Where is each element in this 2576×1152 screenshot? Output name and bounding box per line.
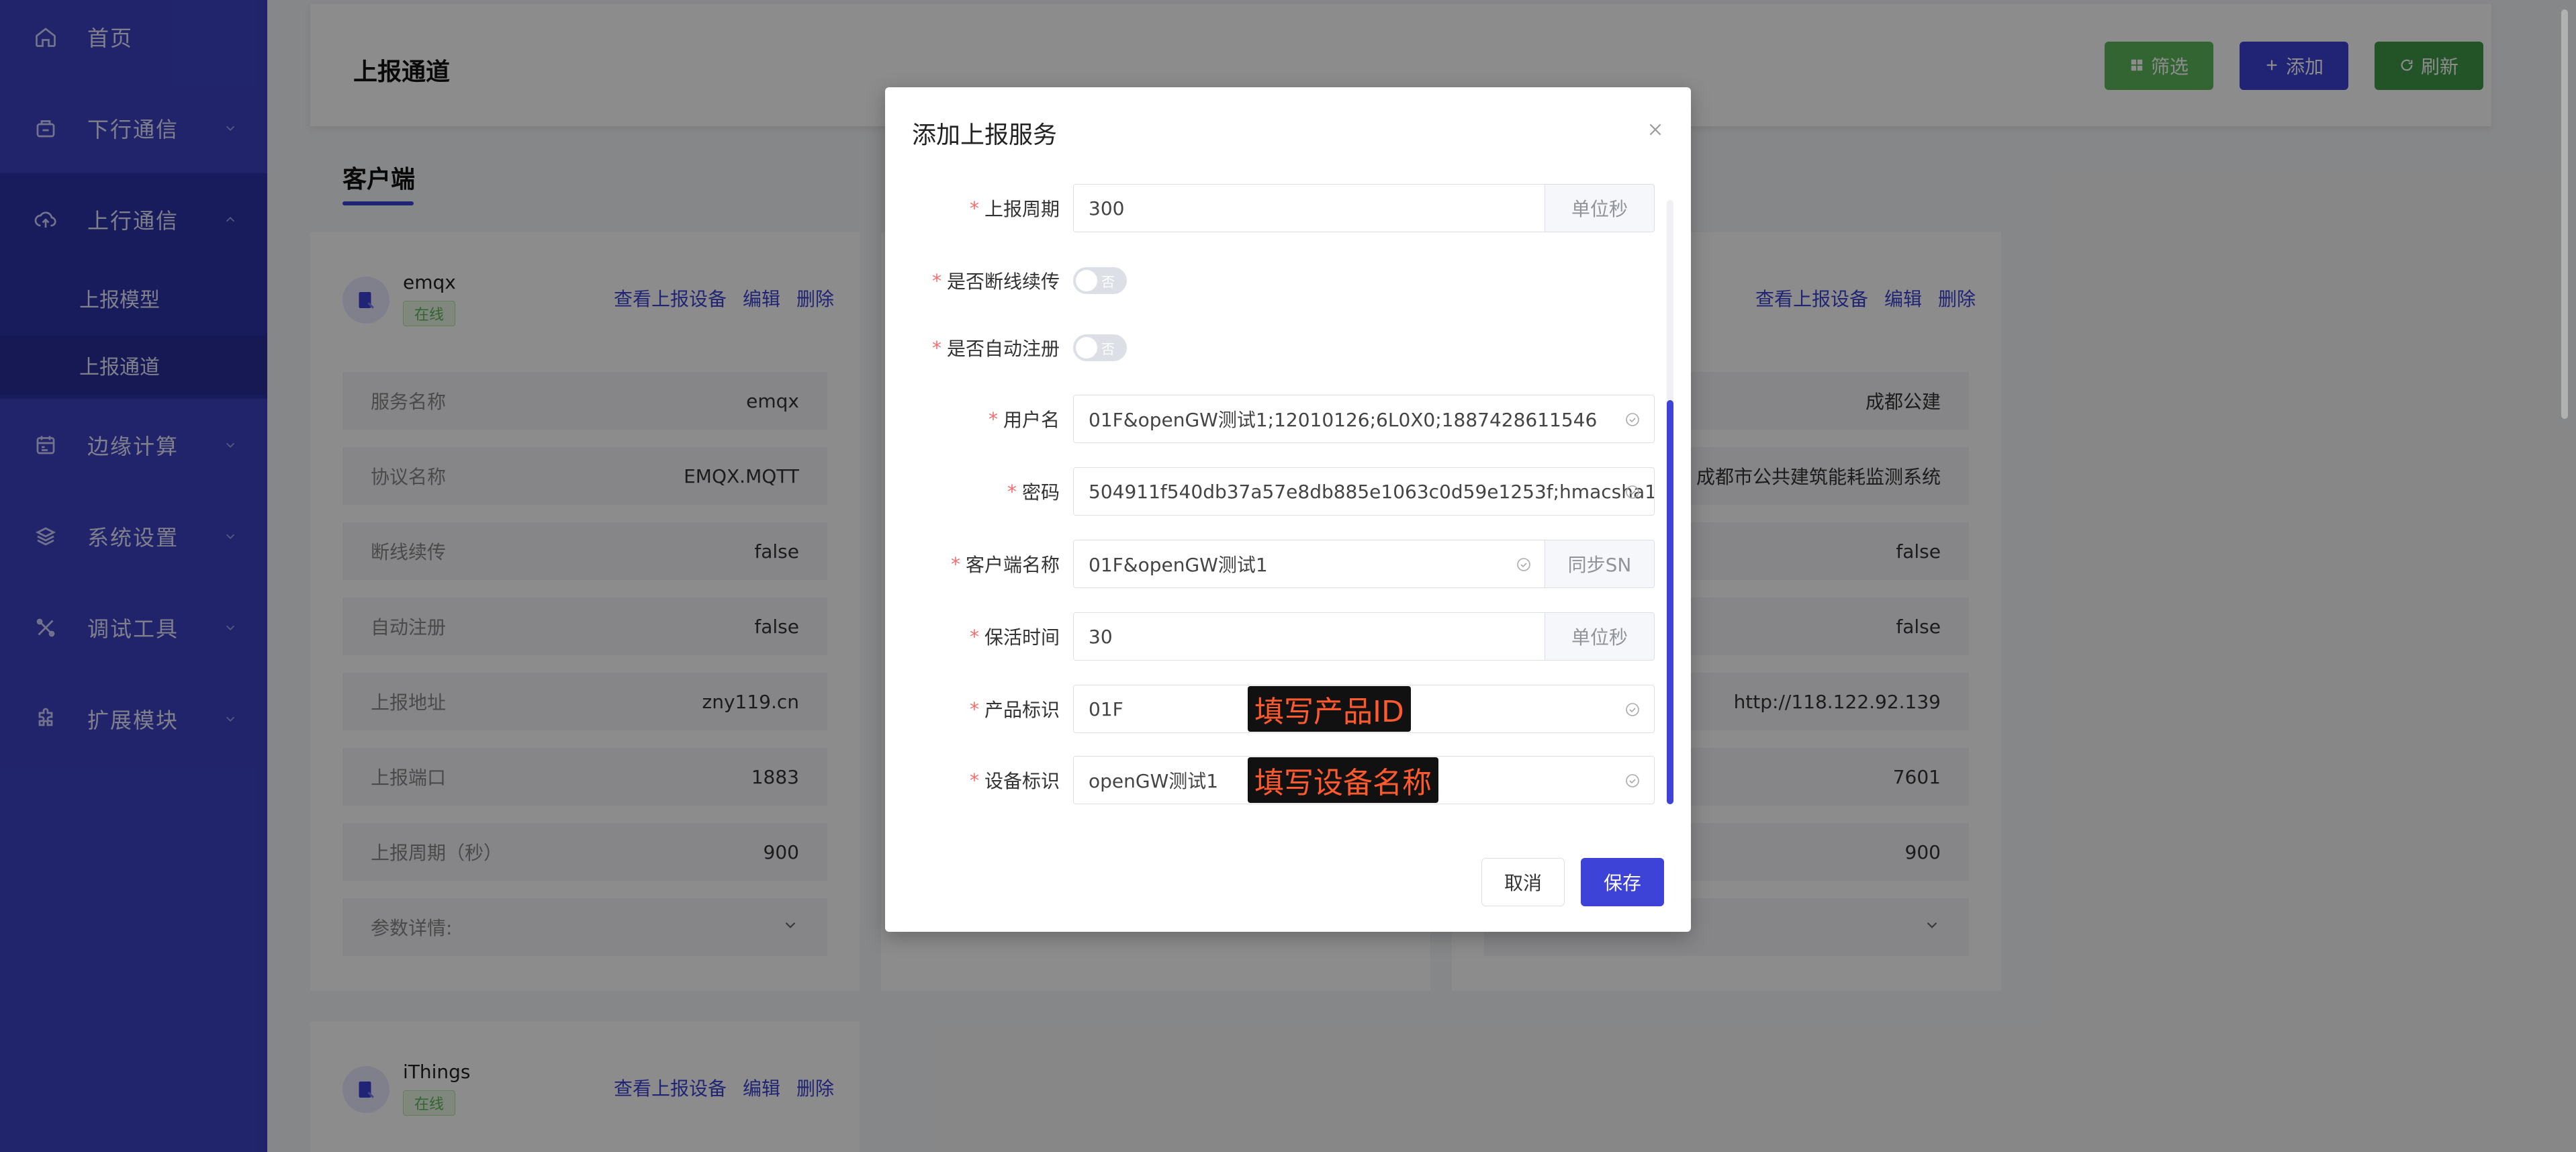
period-unit: 单位秒 (1545, 184, 1655, 232)
toggle-knob (1076, 337, 1097, 358)
toggle-knob (1076, 270, 1097, 291)
required-mark: * (1007, 480, 1017, 503)
check-circle-icon (1623, 771, 1642, 790)
period-input[interactable]: 300 (1073, 184, 1546, 232)
toggle-text: 否 (1101, 274, 1115, 290)
required-mark: * (969, 698, 979, 720)
product-id-value: 01F (1089, 698, 1123, 720)
required-mark: * (931, 336, 941, 359)
resume-toggle[interactable]: 否 (1073, 267, 1127, 294)
form-row-keepalive: * 保活时间 30 单位秒 (885, 612, 1691, 661)
field-label: * 保活时间 (969, 625, 1060, 649)
cancel-button[interactable]: 取消 (1481, 858, 1565, 906)
check-circle-icon (1623, 483, 1642, 501)
password-value: 504911f540db37a57e8db885e1063c0d59e1253f… (1089, 480, 1655, 503)
field-label: * 用户名 (988, 407, 1060, 432)
form-row-autoreg: * 是否自动注册 否 (885, 324, 1691, 372)
password-input[interactable]: 504911f540db37a57e8db885e1063c0d59e1253f… (1073, 467, 1655, 516)
client-name-value: 01F&openGW测试1 (1089, 554, 1268, 576)
sync-sn-button[interactable]: 同步SN (1545, 540, 1655, 588)
required-mark: * (969, 625, 979, 648)
save-button[interactable]: 保存 (1581, 858, 1664, 906)
field-label: * 密码 (1007, 480, 1060, 504)
check-circle-icon (1623, 410, 1642, 429)
toggle-text: 否 (1101, 341, 1115, 357)
check-circle-icon (1514, 555, 1533, 574)
client-name-input[interactable]: 01F&openGW测试1 (1073, 540, 1546, 588)
dialog-form: * 上报周期 300 单位秒 * 是否断线续传 否 * 是否自动注册 否 * 用户名 0… (885, 184, 1691, 893)
form-row-client-name: * 客户端名称 01F&openGW测试1 同步SN (885, 540, 1691, 588)
annotation-device-name: 填写设备名称 (1248, 757, 1438, 803)
form-row-username: * 用户名 01F&openGW测试1;12010126;6L0X0;188742… (885, 395, 1691, 443)
required-mark: * (931, 269, 941, 292)
check-circle-icon (1623, 700, 1642, 719)
dialog-title: 添加上报服务 (912, 122, 1058, 149)
form-row-product-id: * 产品标识 01F 填写产品ID (885, 685, 1691, 733)
field-label: * 是否断线续传 (931, 269, 1060, 293)
username-input[interactable]: 01F&openGW测试1;12010126;6L0X0;18874286115… (1073, 395, 1655, 443)
device-id-value: openGW测试1 (1089, 770, 1219, 792)
form-row-password: * 密码 504911f540db37a57e8db885e1063c0d59e1… (885, 467, 1691, 516)
keepalive-unit: 单位秒 (1545, 612, 1655, 661)
page-scrollbar[interactable] (2561, 9, 2568, 419)
form-row-period: * 上报周期 300 单位秒 (885, 184, 1691, 232)
required-mark: * (969, 197, 979, 220)
field-label: * 是否自动注册 (931, 336, 1060, 361)
field-label: * 客户端名称 (950, 553, 1060, 577)
username-value: 01F&openGW测试1;12010126;6L0X0;18874286115… (1089, 409, 1598, 431)
field-label: * 设备标识 (969, 769, 1060, 793)
required-mark: * (969, 769, 979, 791)
add-report-service-dialog: 添加上报服务 * 上报周期 300 单位秒 * 是否断线续传 否 * 是否自动注册 否 (885, 87, 1691, 932)
field-label: * 产品标识 (969, 698, 1060, 722)
autoreg-toggle[interactable]: 否 (1073, 334, 1127, 361)
dialog-scrollbar-thumb[interactable] (1667, 400, 1673, 804)
annotation-product-id: 填写产品ID (1248, 686, 1411, 732)
close-icon[interactable] (1644, 118, 1667, 141)
keepalive-input[interactable]: 30 (1073, 612, 1546, 661)
field-label: * 上报周期 (969, 197, 1060, 221)
form-row-device-id: * 设备标识 openGW测试1 填写设备名称 (885, 756, 1691, 804)
required-mark: * (988, 407, 998, 430)
required-mark: * (950, 553, 960, 575)
form-row-resume: * 是否断线续传 否 (885, 256, 1691, 305)
